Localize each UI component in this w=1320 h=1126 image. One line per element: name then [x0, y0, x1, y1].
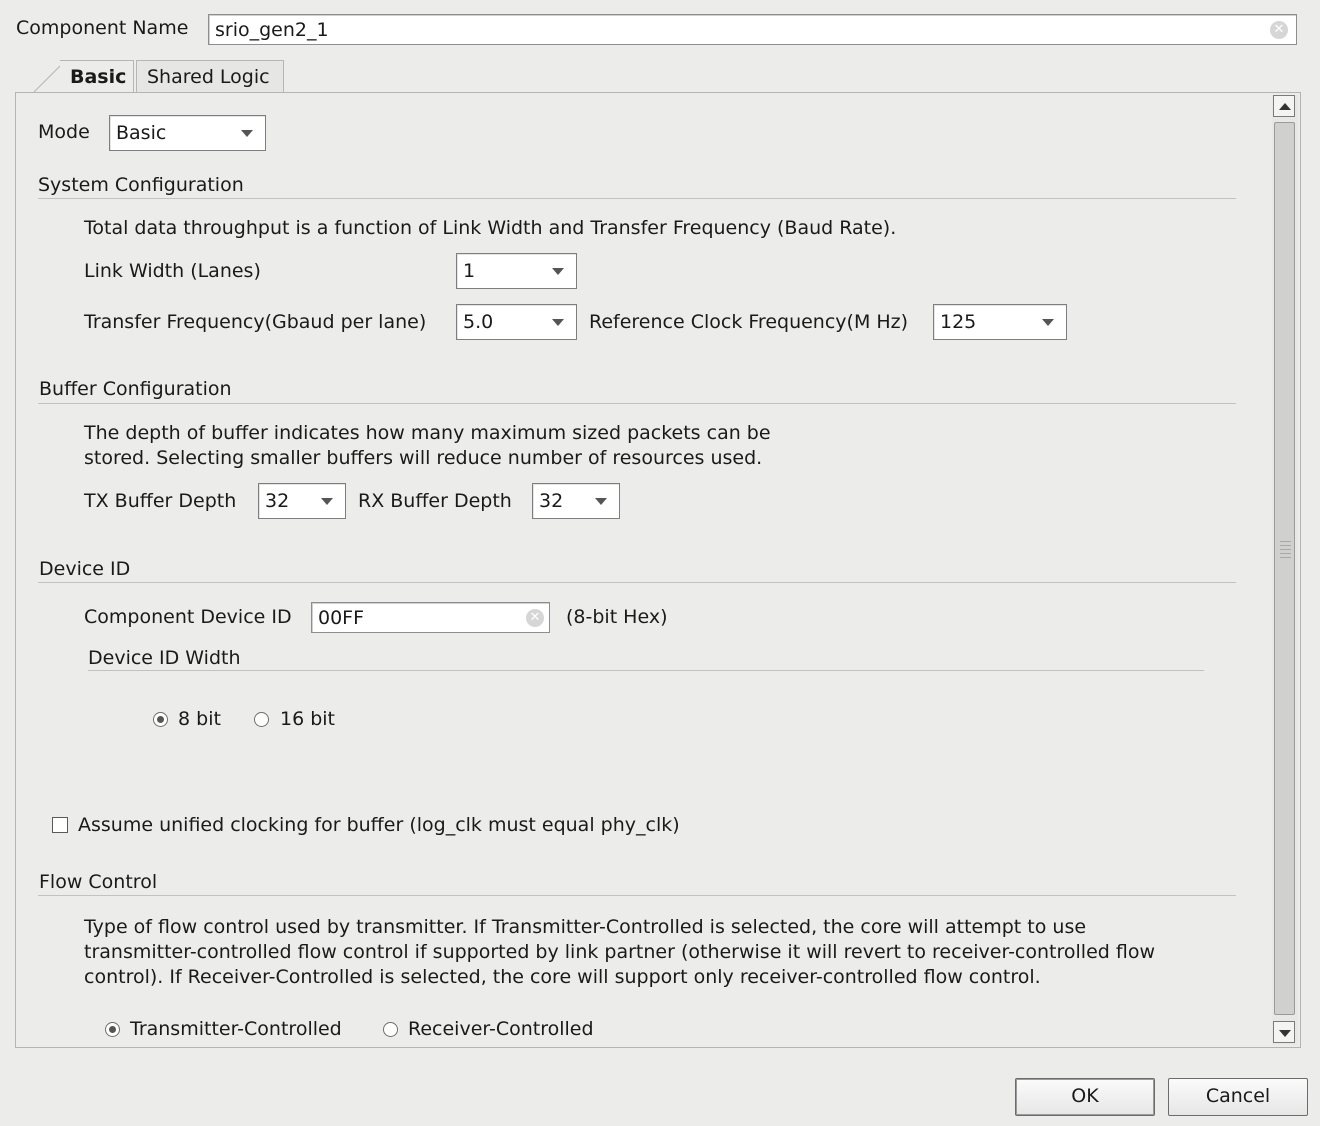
- scroll-down-button[interactable]: [1273, 1021, 1295, 1043]
- chevron-down-icon: [595, 498, 607, 505]
- chevron-down-icon: [552, 268, 564, 275]
- flow-control-title: Flow Control: [39, 871, 158, 893]
- device-id-title: Device ID: [39, 558, 131, 580]
- receiver-controlled-label: Receiver-Controlled: [408, 1018, 594, 1040]
- tab-basic-label: Basic: [70, 66, 127, 88]
- system-configuration-description: Total data throughput is a function of L…: [84, 217, 897, 239]
- link-width-select[interactable]: 1: [456, 253, 577, 289]
- device-id-16bit-label: 16 bit: [280, 708, 336, 730]
- vertical-scrollbar[interactable]: [1272, 95, 1298, 1045]
- tab-basic[interactable]: Basic: [60, 60, 134, 93]
- component-name-label: Component Name: [16, 17, 189, 39]
- chevron-up-icon: [1279, 103, 1291, 110]
- cancel-button-label: Cancel: [1205, 1085, 1271, 1107]
- component-device-id-value: 00FF: [318, 606, 365, 629]
- unified-clocking-checkbox[interactable]: [52, 817, 68, 833]
- component-name-value: srio_gen2_1: [215, 18, 329, 41]
- chevron-down-icon: [321, 498, 333, 505]
- grip-line: [1280, 545, 1291, 546]
- cancel-button[interactable]: Cancel: [1168, 1078, 1308, 1116]
- rx-buffer-depth-value: 32: [539, 490, 564, 512]
- tab-shared-logic[interactable]: Shared Logic: [136, 60, 284, 92]
- transfer-frequency-value: 5.0: [463, 311, 494, 333]
- chevron-down-icon: [552, 319, 564, 326]
- component-device-id-label: Component Device ID: [84, 606, 292, 628]
- component-device-id-input[interactable]: 00FF ✕: [311, 602, 550, 633]
- transfer-frequency-select[interactable]: 5.0: [456, 304, 577, 340]
- reference-clock-label: Reference Clock Frequency(M Hz): [589, 311, 909, 333]
- buffer-configuration-title: Buffer Configuration: [39, 378, 232, 400]
- grip-line: [1280, 541, 1291, 542]
- grip-line: [1280, 549, 1291, 550]
- transmitter-controlled-label: Transmitter-Controlled: [130, 1018, 342, 1040]
- mode-select[interactable]: Basic: [109, 115, 266, 151]
- buffer-description-line2: stored. Selecting smaller buffers will r…: [84, 447, 763, 469]
- ok-button-label: OK: [1071, 1085, 1099, 1107]
- device-id-hex-hint: (8-bit Hex): [566, 606, 668, 628]
- chevron-down-icon: [241, 130, 253, 137]
- transfer-frequency-label: Transfer Frequency(Gbaud per lane): [84, 311, 427, 333]
- reference-clock-select[interactable]: 125: [933, 304, 1067, 340]
- buffer-description-line1: The depth of buffer indicates how many m…: [84, 422, 771, 444]
- receiver-controlled-radio[interactable]: [383, 1022, 398, 1037]
- grip-line: [1280, 557, 1291, 558]
- flow-control-divider: [38, 895, 1236, 896]
- link-width-value: 1: [463, 260, 476, 282]
- mode-label: Mode: [38, 121, 90, 143]
- device-id-width-divider: [88, 670, 1204, 671]
- rx-buffer-depth-label: RX Buffer Depth: [358, 490, 512, 512]
- chevron-down-icon: [1279, 1030, 1291, 1037]
- clear-icon[interactable]: ✕: [526, 609, 544, 627]
- mode-value: Basic: [116, 122, 167, 144]
- buffer-configuration-divider: [38, 403, 1236, 404]
- system-configuration-divider: [38, 198, 1236, 199]
- tx-buffer-depth-label: TX Buffer Depth: [84, 490, 237, 512]
- component-name-input[interactable]: srio_gen2_1 ✕: [208, 14, 1297, 45]
- chevron-down-icon: [1042, 319, 1054, 326]
- rx-buffer-depth-select[interactable]: 32: [532, 483, 620, 519]
- unified-clocking-label: Assume unified clocking for buffer (log_…: [78, 814, 680, 836]
- transmitter-controlled-radio[interactable]: [105, 1022, 120, 1037]
- device-id-16bit-radio[interactable]: [254, 712, 269, 727]
- tx-buffer-depth-select[interactable]: 32: [258, 483, 346, 519]
- reference-clock-value: 125: [940, 311, 977, 333]
- device-id-width-title: Device ID Width: [88, 647, 241, 669]
- flow-control-description-line3: control). If Receiver-Controlled is sele…: [84, 966, 1041, 988]
- tab-shared-logic-label: Shared Logic: [147, 66, 270, 88]
- device-id-8bit-label: 8 bit: [178, 708, 221, 730]
- system-configuration-title: System Configuration: [38, 174, 244, 196]
- link-width-label: Link Width (Lanes): [84, 260, 261, 282]
- scroll-up-button[interactable]: [1273, 95, 1295, 117]
- flow-control-description-line2: transmitter-controlled flow control if s…: [84, 941, 1155, 963]
- grip-line: [1280, 553, 1291, 554]
- device-id-8bit-radio[interactable]: [153, 712, 168, 727]
- scrollbar-thumb[interactable]: [1274, 122, 1295, 1015]
- flow-control-description-line1: Type of flow control used by transmitter…: [84, 916, 1087, 938]
- clear-icon[interactable]: ✕: [1270, 21, 1288, 39]
- device-id-divider: [38, 582, 1236, 583]
- ok-button[interactable]: OK: [1015, 1078, 1155, 1116]
- tx-buffer-depth-value: 32: [265, 490, 290, 512]
